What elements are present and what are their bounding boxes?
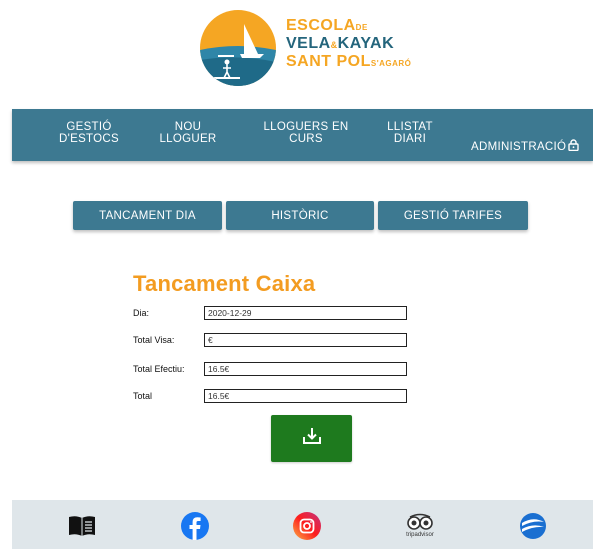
download-icon [301,425,323,452]
nav-item-nou-lloguer[interactable]: NOU LLOGUER [153,121,223,145]
form-row-total-efectiu: Total Efectiu: [133,362,407,376]
tripadvisor-icon[interactable]: tripadvisor [400,508,440,542]
historic-button[interactable]: HISTÒRIC [226,201,374,230]
book-icon[interactable] [67,512,97,540]
facebook-icon[interactable] [180,512,210,540]
form-row-dia: Dia: [133,306,407,320]
dia-input[interactable] [204,306,407,320]
main-nav: GESTIÓ D'ESTOCS NOU LLOGUER LLOGUERS EN … [12,109,593,161]
form-title: Tancament Caixa [133,271,316,296]
total-visa-label: Total Visa: [133,335,175,345]
footer: tripadvisor [12,500,593,549]
tripadvisor-text: tripadvisor [406,531,434,538]
nav-item-administracio-label: ADMINISTRACIÓ [471,141,567,154]
logo-line3-small: S'AGARÓ [370,59,412,68]
gestio-tarifes-button[interactable]: GESTIÓ TARIFES [378,201,528,230]
instagram-icon[interactable] [292,512,322,540]
nav-item-llistat-diari[interactable]: LLISTAT DIARI [380,121,440,145]
form-row-total-visa: Total Visa: [133,333,407,347]
nav-item-gestio-estocs[interactable]: GESTIÓ D'ESTOCS [54,121,124,145]
logo-emblem [200,10,276,86]
dia-label: Dia: [133,308,150,318]
download-button[interactable] [271,415,352,462]
logo-line2-a: VELA [286,35,331,52]
logo-line2-b: KAYAK [337,35,395,52]
tancament-dia-button[interactable]: TANCAMENT DIA [73,201,222,230]
total-label: Total [133,391,153,401]
form-row-total: Total [133,389,407,403]
total-efectiu-input[interactable] [204,362,407,376]
total-visa-input[interactable] [204,333,407,347]
logo[interactable]: ESCOLADE VELA&KAYAK SANT POLS'AGARÓ [200,10,440,88]
logo-line2-amp: & [330,40,338,50]
nav-item-administracio[interactable]: ADMINISTRACIÓ [471,127,591,154]
nav-item-lloguers-en-curs[interactable]: LLOGUERS EN CURS [258,121,354,145]
sub-nav: TANCAMENT DIA HISTÒRIC GESTIÓ TARIFES [73,201,528,230]
brand-icon[interactable] [518,512,548,540]
total-efectiu-label: Total Efectiu: [133,364,185,374]
logo-line1: ESCOLA [286,17,356,34]
total-input[interactable] [204,389,407,403]
lock-icon [568,139,579,154]
logo-text: ESCOLADE VELA&KAYAK SANT POLS'AGARÓ [286,18,411,70]
logo-line3: SANT POL [286,53,371,70]
logo-line1-small: DE [355,23,368,32]
